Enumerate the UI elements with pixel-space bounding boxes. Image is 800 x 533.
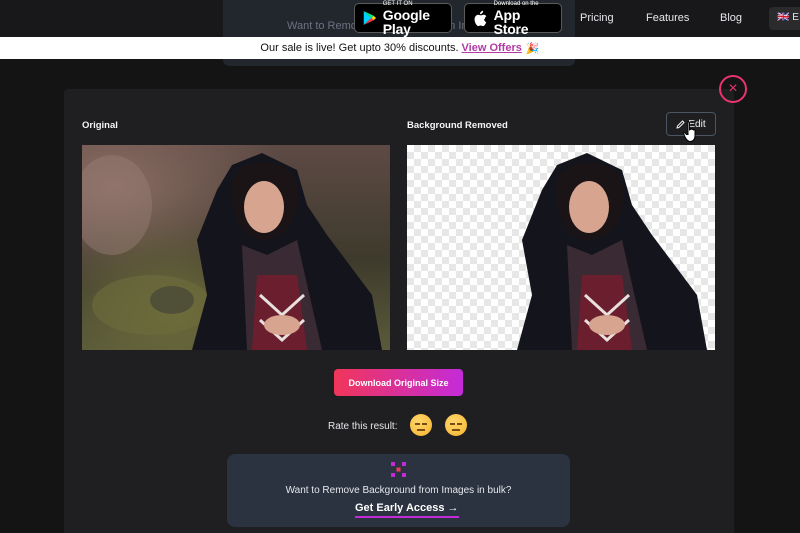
language-selector[interactable]: 🇬🇧 E — [769, 7, 800, 30]
close-icon: × — [728, 80, 738, 97]
nav-link-pricing[interactable]: Pricing — [580, 12, 614, 24]
rate-result-label: Rate this result: — [328, 421, 398, 432]
get-early-access-link[interactable]: Get Early Access → — [355, 502, 459, 518]
background-removed-label: Background Removed — [407, 120, 508, 131]
top-navbar: Want to Remove Background from Images in… — [0, 0, 800, 66]
nav-link-blog[interactable]: Blog — [720, 12, 742, 24]
google-play-big-text: Google Play — [382, 6, 430, 37]
hand-cursor-icon — [683, 121, 696, 143]
google-play-icon — [363, 11, 377, 25]
download-original-size-button[interactable]: Download Original Size — [334, 369, 463, 396]
nav-link-features[interactable]: Features — [646, 12, 689, 24]
neutral-face-icon[interactable] — [445, 414, 467, 436]
bulk-grid-icon — [391, 462, 406, 477]
bulk-removal-card: Want to Remove Background from Images in… — [227, 454, 570, 527]
apple-icon — [474, 10, 487, 26]
google-play-badge[interactable]: GET IT ON Google Play — [354, 1, 452, 37]
bulk-removal-text: Want to Remove Background from Images in… — [285, 485, 512, 496]
close-button[interactable]: × — [719, 75, 747, 103]
promo-banner: Our sale is live! Get upto 30% discounts… — [0, 37, 800, 59]
app-store-big-text: App Store — [493, 6, 529, 37]
app-store-badge[interactable]: Download on the App Store — [464, 1, 562, 37]
disappointed-face-icon[interactable] — [410, 414, 432, 436]
party-emoji: 🎉 — [525, 42, 540, 55]
promo-text: Our sale is live! Get upto 30% discounts… — [260, 42, 459, 54]
background-removed-image — [407, 145, 715, 350]
view-offers-link[interactable]: View Offers — [462, 42, 522, 54]
original-image — [82, 145, 390, 350]
original-label: Original — [82, 120, 118, 131]
